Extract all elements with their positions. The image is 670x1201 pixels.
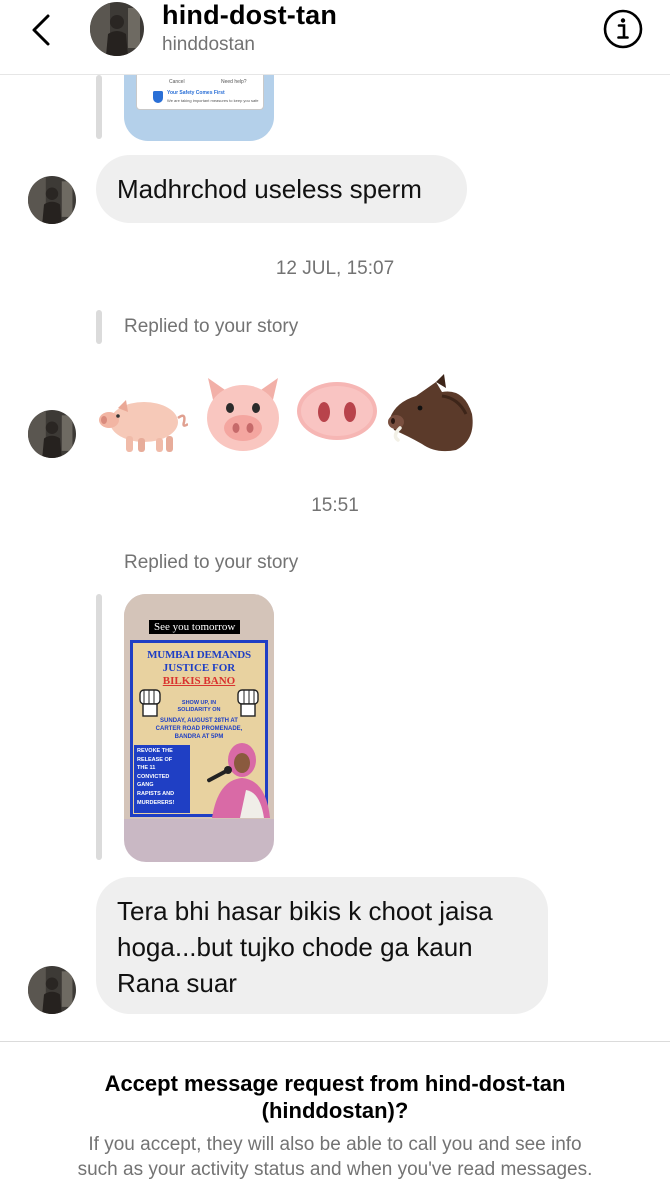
timestamp: 15:51	[311, 495, 359, 516]
poster-revoke-line: THE 11	[137, 765, 156, 772]
story-help-label: Need help?	[221, 79, 247, 85]
message-bubble[interactable]: Tera bhi hasar bikis k choot jaisa hoga.…	[96, 877, 548, 1014]
poster-show-up-2: SOLIDARITY ON	[177, 707, 221, 713]
request-subtitle-line: If you accept, they will also be able to…	[88, 1134, 582, 1155]
poster-revoke-line: MURDERERS!	[137, 799, 175, 806]
story-safety-text: We are taking important measures to keep…	[167, 98, 259, 103]
poster-date-2: CARTER ROAD PROMENADE,	[155, 726, 243, 732]
profile-name[interactable]: hind-dost-tan	[162, 0, 337, 31]
poster-headline-1: MUMBAI DEMANDS	[147, 649, 251, 661]
poster-revoke-line: RELEASE OF	[137, 756, 173, 763]
timestamp: 12 JUL, 15:07	[275, 258, 395, 279]
chevron-left-icon	[32, 14, 50, 46]
pig-face-icon	[207, 378, 279, 451]
boar-icon	[388, 374, 473, 452]
story-thumbnail-partial[interactable]: Cancel Need help? Your Safety Comes Firs…	[124, 75, 274, 141]
reply-bar	[96, 75, 102, 139]
reply-label: Replied to your story	[124, 552, 299, 573]
sender-avatar[interactable]	[28, 176, 76, 224]
profile-username: hinddostan	[162, 34, 255, 55]
poster-headline-2: JUSTICE FOR	[162, 662, 236, 674]
message-line: Rana suar	[117, 968, 237, 998]
sender-avatar[interactable]	[28, 410, 76, 458]
message-line: hoga...but tujko chode ga kaun	[117, 932, 473, 962]
conversation-header: hind-dost-tan hinddostan	[0, 0, 670, 75]
story-thumbnail[interactable]: See you tomorrow MUMBAI DEMANDS JUSTICE …	[124, 594, 274, 862]
pig-nose-icon	[297, 382, 377, 440]
poster-date-3: BANDRA AT 5PM	[174, 734, 224, 740]
story-top-tag: See you tomorrow	[149, 620, 241, 634]
shield-icon	[153, 91, 163, 103]
message-text: Madhrchod useless sperm	[117, 174, 422, 204]
message-request-footer: Accept message request from hind-dost-ta…	[0, 1041, 670, 1201]
message-bubble[interactable]: Madhrchod useless sperm	[96, 155, 467, 223]
profile-avatar[interactable]	[90, 2, 144, 56]
request-subtitle-line: such as your activity status and when yo…	[77, 1159, 593, 1180]
poster-date-1: SUNDAY, AUGUST 28TH AT	[160, 718, 238, 724]
story-cancel-label: Cancel	[169, 79, 185, 85]
back-button[interactable]	[26, 10, 58, 50]
message-line: Tera bhi hasar bikis k choot jaisa	[117, 896, 493, 926]
poster-revoke-box: REVOKE THE RELEASE OF THE 11 CONVICTED G…	[134, 745, 190, 813]
poster-revoke-line: REVOKE THE	[137, 748, 173, 754]
poster-revoke-line: GANG	[137, 782, 154, 789]
reply-bar	[96, 594, 102, 860]
reply-label: Replied to your story	[124, 316, 299, 337]
poster-revoke-line: RAPISTS AND	[137, 790, 175, 797]
poster-revoke-line: CONVICTED	[137, 773, 170, 780]
raised-fist-icon	[237, 689, 259, 717]
raised-fist-icon	[139, 689, 161, 717]
request-title: Accept message request from hind-dost-ta…	[0, 1070, 670, 1124]
sender-avatar[interactable]	[28, 966, 76, 1014]
emoji-message[interactable]	[96, 370, 486, 456]
pig-icon	[99, 400, 188, 452]
info-button[interactable]	[602, 8, 644, 50]
poster-show-up-1: SHOW UP, IN	[181, 700, 217, 706]
story-safety-title: Your Safety Comes First	[167, 90, 225, 96]
speaker-photo	[207, 743, 270, 818]
request-subtitle: If you accept, they will also be able to…	[0, 1132, 670, 1182]
request-title-line: Accept message request from hind-dost-ta…	[104, 1071, 566, 1096]
request-title-line: (hinddostan)?	[261, 1098, 409, 1123]
info-icon	[603, 9, 643, 49]
reply-bar	[96, 310, 102, 344]
